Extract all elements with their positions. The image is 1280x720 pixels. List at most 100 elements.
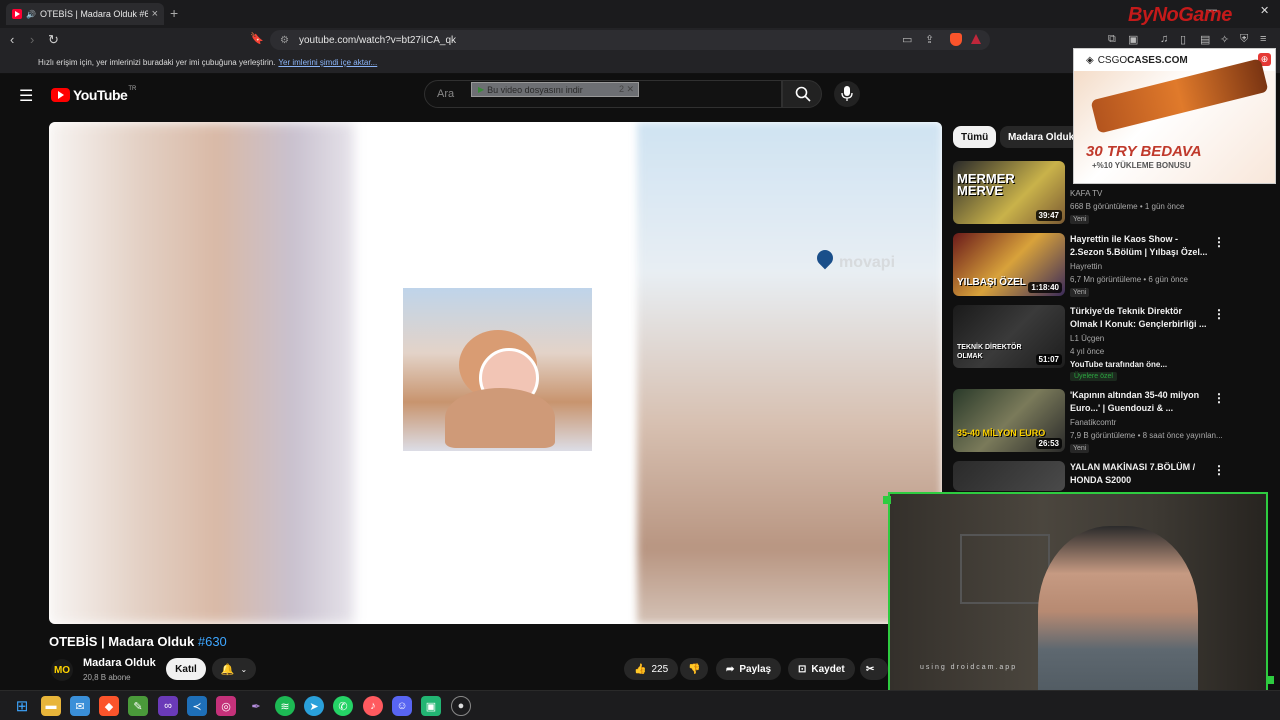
youtube-logo[interactable]: YouTube TR xyxy=(51,86,136,103)
related-channel[interactable]: KAFA TV xyxy=(1070,189,1102,198)
audio-playing-icon[interactable]: 🔊 xyxy=(26,10,36,19)
browser-tab-bar: 🔊 OTEBİS | Madara Olduk #630 × + — ✕ xyxy=(0,0,1280,28)
related-channel[interactable]: Fanatikcomtr xyxy=(1070,418,1116,427)
app-icon[interactable]: ✎ xyxy=(128,696,148,716)
video-title: OTEBİS | Madara Olduk #630 xyxy=(49,634,227,649)
windows-taskbar: ⊞ ▬ ✉ ◆ ✎ ∞ ≺ ◎ ✒ ≋ ➤ ✆ ♪ ☺ ▣ ● xyxy=(0,690,1280,720)
related-title[interactable]: 'Kapının altından 35-40 milyon Euro...' … xyxy=(1070,389,1212,415)
like-button[interactable]: 👍 225 xyxy=(624,658,679,680)
voice-search-button[interactable] xyxy=(834,81,860,107)
thumbs-up-icon: 👍 xyxy=(634,663,647,675)
more-options-icon[interactable]: ⋮ xyxy=(1213,235,1225,249)
microphone-icon xyxy=(841,86,853,101)
reload-icon[interactable]: ↻ xyxy=(48,32,59,48)
brave-shields-icon[interactable] xyxy=(950,33,962,46)
spotify-icon[interactable]: ≋ xyxy=(275,696,295,716)
windows-start-icon[interactable]: ⊞ xyxy=(12,696,32,716)
video-thumbnail[interactable] xyxy=(953,461,1065,491)
sidebar-icon[interactable]: ▯ xyxy=(1180,33,1186,46)
related-title[interactable]: Türkiye'de Teknik Direktör Olmak I Konuk… xyxy=(1070,305,1212,331)
more-options-icon[interactable]: ⋮ xyxy=(1213,307,1225,321)
whatsapp-icon[interactable]: ✆ xyxy=(333,696,353,716)
like-count: 225 xyxy=(651,663,669,675)
share-button[interactable]: ➦ Paylaş xyxy=(716,658,782,680)
forward-icon[interactable]: › xyxy=(30,32,34,47)
download-close[interactable]: 2 ✕ xyxy=(619,84,634,95)
ad-site-prefix: CSGO xyxy=(1097,54,1128,66)
save-button[interactable]: ⊡ Kaydet xyxy=(788,658,855,680)
related-channel[interactable]: L1 Üçgen xyxy=(1070,334,1104,343)
download-video-bar[interactable]: ▶ Bu video dosyasını indir 2 ✕ xyxy=(471,82,639,97)
related-title[interactable]: YALAN MAKİNASI 7.BÖLÜM / HONDA S2000 xyxy=(1070,461,1212,487)
kitten-image xyxy=(403,288,592,451)
duration-badge: 51:07 xyxy=(1035,354,1062,365)
channel-name[interactable]: Madara Olduk xyxy=(83,657,156,669)
brave-rewards-icon[interactable] xyxy=(971,34,981,44)
channel-avatar[interactable]: MO xyxy=(51,659,73,681)
music-icon[interactable]: ♪ xyxy=(363,696,383,716)
video-hashtag[interactable]: #630 xyxy=(198,634,227,649)
download-label: Bu video dosyasını indir xyxy=(487,84,583,95)
chip-all[interactable]: Tümü xyxy=(953,126,997,148)
wallet-icon[interactable]: ▣ xyxy=(1128,33,1138,46)
more-options-icon[interactable]: ⋮ xyxy=(1213,463,1225,477)
related-meta: 668 B görüntüleme • 1 gün önce xyxy=(1070,202,1185,211)
duration-badge: 26:53 xyxy=(1035,438,1062,449)
more-options-icon[interactable]: ⋮ xyxy=(1213,391,1225,405)
tab-close-icon[interactable]: × xyxy=(152,8,158,20)
browser-tab[interactable]: 🔊 OTEBİS | Madara Olduk #630 × xyxy=(6,3,164,25)
wallet2-icon[interactable]: ▤ xyxy=(1200,33,1210,46)
csgocases-ad[interactable]: ◈ CSGO CASES.COM ⊕ 30 TRY BEDAVA +%10 YÜK… xyxy=(1073,48,1276,184)
video-thumbnail[interactable]: MERMER MERVE 39:47 xyxy=(953,161,1065,224)
thumbs-down-icon: 👎 xyxy=(688,663,701,675)
dislike-button[interactable]: 👎 xyxy=(680,658,709,680)
url-text: youtube.com/watch?v=bt27iICA_qk xyxy=(298,34,457,46)
leo-icon[interactable]: ✧ xyxy=(1220,33,1229,46)
instagram-icon[interactable]: ◎ xyxy=(216,696,236,716)
video-thumbnail[interactable]: YILBAŞI ÖZEL 1:18:40 xyxy=(953,233,1065,296)
vpn-icon[interactable]: ⛨ xyxy=(1240,33,1248,46)
obs-icon[interactable]: ● xyxy=(451,696,471,716)
vscode-icon[interactable]: ≺ xyxy=(187,696,207,716)
cast-icon[interactable]: ▭ xyxy=(902,33,912,46)
import-bookmarks-link[interactable]: Yer imlerini şimdi içe aktar... xyxy=(278,58,377,67)
back-icon[interactable]: ‹ xyxy=(10,32,14,47)
mail-icon[interactable]: ✉ xyxy=(70,696,90,716)
close-window-icon[interactable]: ✕ xyxy=(1260,4,1269,17)
share-page-icon[interactable]: ⇪ xyxy=(925,33,934,46)
pen-icon[interactable]: ✒ xyxy=(246,696,266,716)
brave-browser-icon[interactable]: ◆ xyxy=(99,696,119,716)
video-player[interactable]: movapi xyxy=(49,122,942,624)
related-title[interactable]: Hayrettin ile Kaos Show - 2.Sezon 5.Bölü… xyxy=(1070,233,1212,259)
notification-bell-button[interactable]: 🔔 ⌄ xyxy=(212,658,256,680)
video-thumbnail[interactable]: TEKNİK DİREKTÖR OLMAK 51:07 xyxy=(953,305,1065,368)
webcam-corner xyxy=(883,496,891,504)
new-tab-icon[interactable]: + xyxy=(170,5,178,21)
download-play-icon: ▶ xyxy=(478,85,485,94)
video-thumbnail[interactable]: 35-40 MİLYON EURO 26:53 xyxy=(953,389,1065,452)
webcam-overlay: using droidcam.app xyxy=(888,492,1268,714)
extension-icon[interactable]: ⧉ xyxy=(1108,33,1116,46)
join-button[interactable]: Katıl xyxy=(166,658,206,680)
save-icon: ⊡ xyxy=(798,663,807,675)
file-explorer-icon[interactable]: ▬ xyxy=(41,696,61,716)
address-bar[interactable]: ⚙ youtube.com/watch?v=bt27iICA_qk xyxy=(270,30,990,50)
clip-button[interactable]: ✂ xyxy=(860,658,888,680)
youtube-play-icon xyxy=(51,88,70,102)
media-icon[interactable]: ♫ xyxy=(1160,33,1168,45)
visual-studio-icon[interactable]: ∞ xyxy=(158,696,178,716)
chip-channel[interactable]: Madara Olduk xyxy=(1000,126,1083,148)
streamer xyxy=(1038,526,1198,712)
share-icon: ➦ xyxy=(726,663,735,675)
related-channel[interactable]: Hayrettin xyxy=(1070,262,1102,271)
tab-title: OTEBİS | Madara Olduk #630 xyxy=(39,9,148,19)
bookmark-icon[interactable]: 🔖 xyxy=(250,32,264,45)
menu-icon[interactable]: ≡ xyxy=(1260,33,1266,45)
telegram-icon[interactable]: ➤ xyxy=(304,696,324,716)
search-button[interactable] xyxy=(782,80,822,108)
game-icon[interactable]: ▣ xyxy=(421,696,441,716)
site-info-icon[interactable]: ⚙ xyxy=(280,35,289,46)
hamburger-menu-icon[interactable]: ☰ xyxy=(19,86,33,106)
discord-icon[interactable]: ☺ xyxy=(392,696,412,716)
youtube-favicon-icon xyxy=(12,9,22,19)
